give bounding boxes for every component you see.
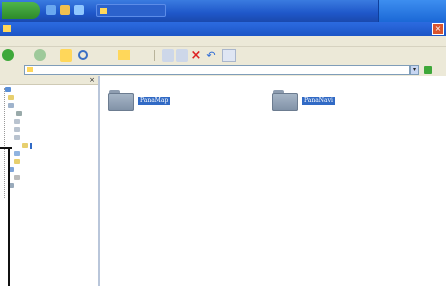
- folders-pane-header: ×: [0, 76, 98, 85]
- quicklaunch-icon[interactable]: [60, 5, 70, 15]
- undo-icon[interactable]: ↶: [205, 49, 217, 62]
- folders-pane: ×: [0, 76, 100, 286]
- tree-item-control-panel[interactable]: [14, 151, 22, 158]
- tree-item-network-child[interactable]: [14, 175, 22, 182]
- tree-item-selected-folder[interactable]: [22, 143, 32, 150]
- file-list-pane: PanaMap PanaNavi: [100, 76, 446, 286]
- tree-item-drive[interactable]: [14, 135, 22, 142]
- system-tray: [378, 0, 446, 22]
- drive-icon: [14, 119, 20, 124]
- folders-icon: [118, 50, 130, 60]
- callout-line: [0, 147, 12, 149]
- tree-guide-line: [4, 88, 6, 198]
- tree-item-documents[interactable]: [8, 95, 16, 102]
- toolbar-separator: [154, 50, 155, 61]
- views-icon[interactable]: [222, 49, 236, 62]
- move-to-icon[interactable]: [162, 49, 174, 62]
- window-titlebar: ×: [0, 22, 446, 36]
- callout-line: [8, 148, 10, 286]
- menu-bar: [0, 36, 446, 47]
- address-dropdown-button[interactable]: ▾: [410, 65, 419, 75]
- network-icon: [14, 175, 20, 180]
- tree-item-drive[interactable]: [14, 127, 22, 134]
- folder-label: PanaNavi: [302, 97, 335, 105]
- toolbar: × ↶: [0, 47, 446, 65]
- tree-item-shared-docs[interactable]: [14, 159, 22, 166]
- delete-icon[interactable]: ×: [190, 49, 202, 62]
- desktop-icon: [5, 87, 11, 92]
- drive-icon: [14, 135, 20, 140]
- close-icon[interactable]: ×: [89, 76, 95, 85]
- tree-item-floppy[interactable]: [16, 111, 24, 118]
- computer-icon: [8, 103, 14, 108]
- floppy-icon: [16, 111, 22, 116]
- folder-icon: [14, 159, 20, 164]
- go-arrow-icon: [424, 66, 432, 74]
- close-button[interactable]: ×: [432, 23, 444, 35]
- quicklaunch-icon[interactable]: [46, 5, 56, 15]
- quicklaunch-icon[interactable]: [74, 5, 84, 15]
- folder-icon: [100, 8, 107, 14]
- taskbar: [0, 0, 446, 22]
- tree-item-desktop[interactable]: [5, 87, 13, 94]
- back-arrow-icon: [2, 49, 14, 61]
- address-input[interactable]: [24, 65, 410, 75]
- copy-to-icon[interactable]: [176, 49, 188, 62]
- search-icon: [78, 50, 88, 60]
- folder-label: PanaMap: [138, 97, 171, 105]
- go-button[interactable]: [424, 65, 444, 75]
- folder-icon: [272, 89, 298, 111]
- up-folder-icon[interactable]: [60, 49, 72, 62]
- forward-arrow-icon: [34, 49, 46, 61]
- drive-icon: [14, 127, 20, 132]
- taskbar-window-button[interactable]: [96, 4, 166, 17]
- folder-icon: [8, 95, 14, 100]
- folder-icon: [108, 89, 134, 111]
- tree-item-drive[interactable]: [14, 119, 22, 126]
- folder-icon: [27, 67, 33, 72]
- folder-icon: [3, 25, 11, 32]
- control-panel-icon: [14, 151, 20, 156]
- folder-open-icon: [22, 143, 28, 148]
- start-button[interactable]: [2, 2, 40, 19]
- tree-item-computer[interactable]: [8, 103, 16, 110]
